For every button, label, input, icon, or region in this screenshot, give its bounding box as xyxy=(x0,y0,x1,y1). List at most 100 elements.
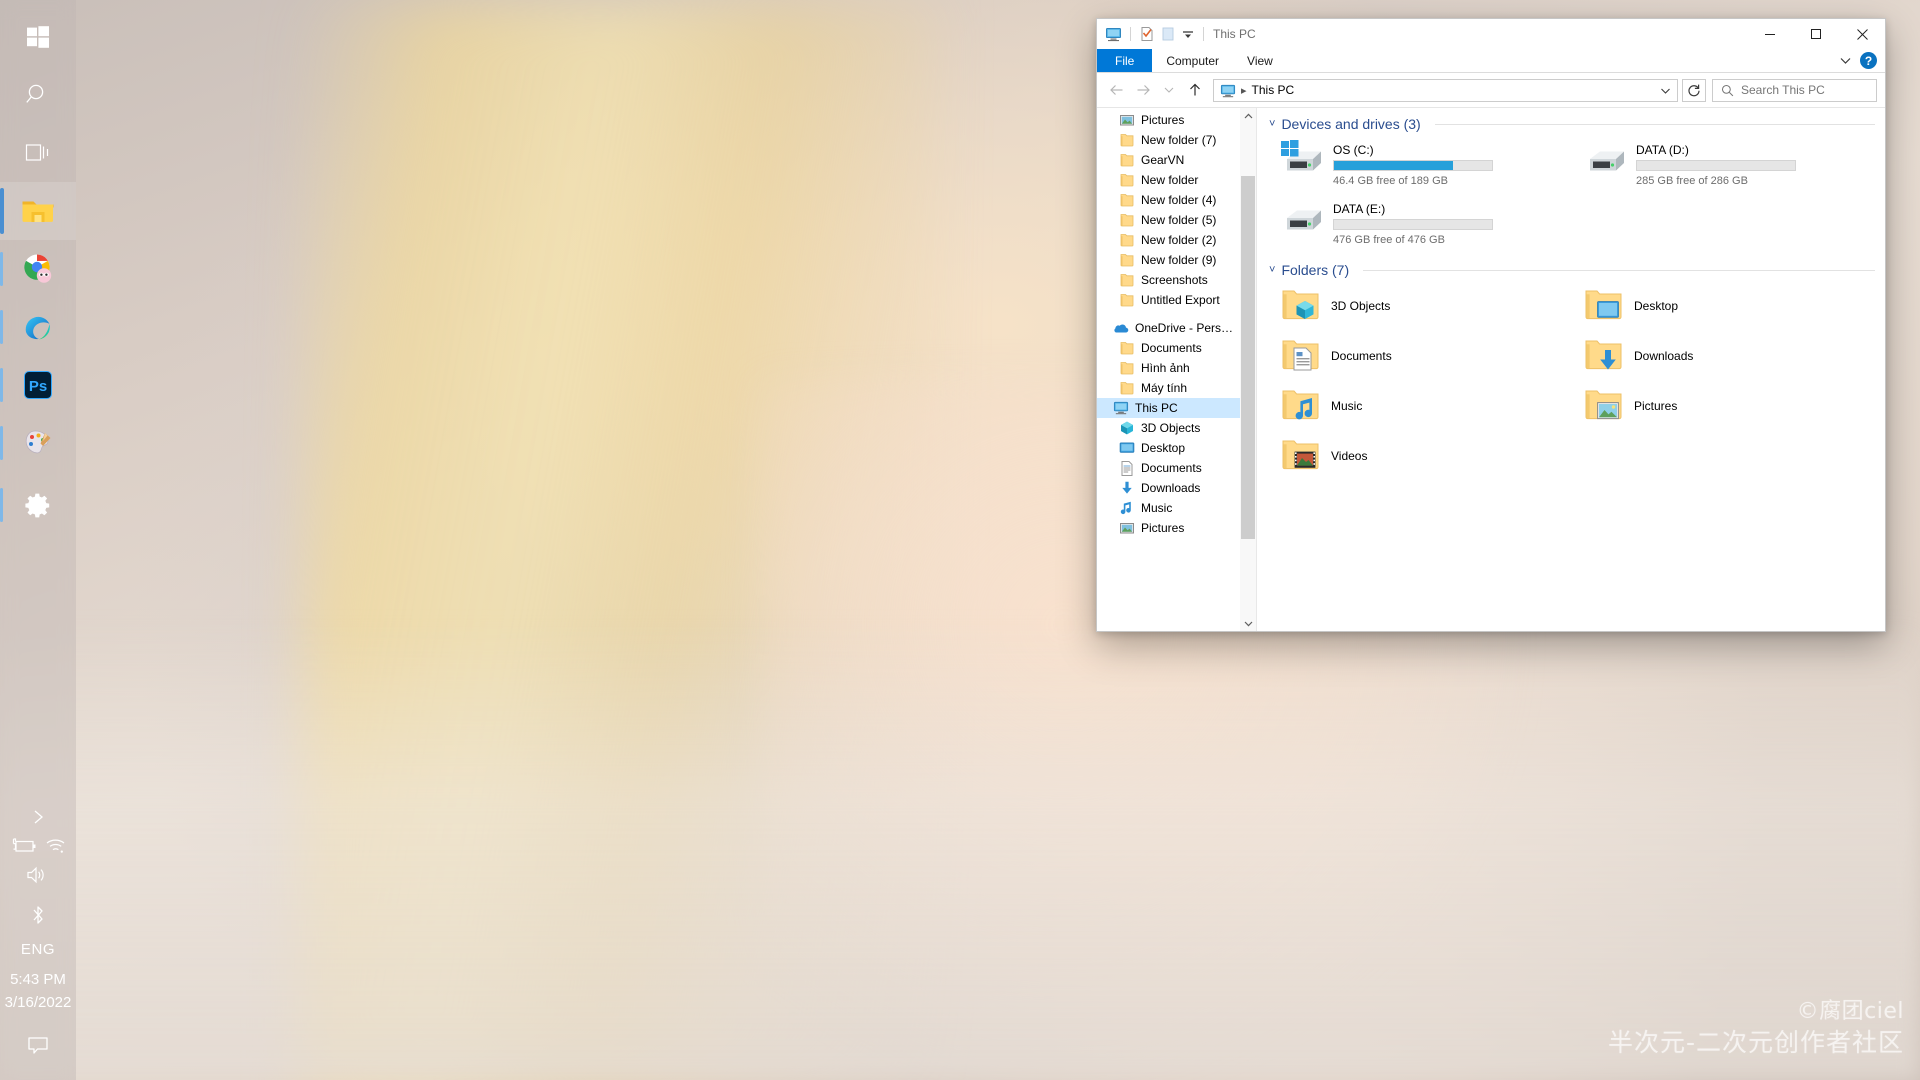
chrome-button[interactable] xyxy=(0,240,76,298)
tab-view[interactable]: View xyxy=(1233,49,1287,72)
nav-item-new-folder-4[interactable]: New folder (4) xyxy=(1097,190,1256,210)
nav-item-new-folder-5[interactable]: New folder (5) xyxy=(1097,210,1256,230)
nav-item-pictures[interactable]: Pictures xyxy=(1097,110,1256,130)
nav-item-music[interactable]: Music xyxy=(1097,498,1256,518)
file-explorer-button[interactable] xyxy=(0,182,76,240)
nav-item-downloads[interactable]: Downloads xyxy=(1097,478,1256,498)
navigation-scrollbar[interactable] xyxy=(1240,108,1256,631)
folder-tile[interactable]: 3D Objects xyxy=(1269,282,1572,332)
nav-item-m-y-t-nh[interactable]: Máy tính xyxy=(1097,378,1256,398)
nav-item-this-pc[interactable]: This PC xyxy=(1097,398,1256,418)
tab-file[interactable]: File xyxy=(1097,49,1153,72)
folders-group-header[interactable]: ˅ Folders (7) xyxy=(1269,262,1875,278)
quick-access-toolbar[interactable] xyxy=(1097,26,1207,43)
bluetooth-button[interactable] xyxy=(0,895,76,935)
up-button[interactable] xyxy=(1183,78,1207,102)
nav-item-new-folder-7[interactable]: New folder (7) xyxy=(1097,130,1256,150)
scroll-up-button[interactable] xyxy=(1240,108,1256,124)
nav-item-screenshots[interactable]: Screenshots xyxy=(1097,270,1256,290)
nav-item-documents[interactable]: Documents xyxy=(1097,338,1256,358)
back-button[interactable] xyxy=(1105,78,1129,102)
start-button[interactable] xyxy=(0,8,76,66)
battery-charging-icon[interactable] xyxy=(9,837,37,855)
nav-item-untitled-export[interactable]: Untitled Export xyxy=(1097,290,1256,310)
file-explorer-window[interactable]: This PC File Computer View ? ▸ This PC S… xyxy=(1096,18,1886,632)
photoshop-button[interactable]: Ps xyxy=(0,356,76,414)
drive-tile[interactable]: DATA (D:) 285 GB free of 286 GB xyxy=(1572,136,1875,195)
breadcrumb-separator[interactable]: ▸ xyxy=(1241,84,1247,97)
properties-icon[interactable] xyxy=(1139,26,1155,42)
expand-ribbon-icon[interactable] xyxy=(1839,54,1852,67)
folder-tile[interactable]: Desktop xyxy=(1572,282,1875,332)
volume-button[interactable] xyxy=(0,855,76,895)
this-pc-icon[interactable] xyxy=(1105,26,1122,43)
new-folder-icon[interactable] xyxy=(1160,26,1176,42)
scrollbar-thumb[interactable] xyxy=(1241,176,1255,539)
folder-tile[interactable]: Documents xyxy=(1269,332,1572,382)
nav-item-onedrive-personal[interactable]: OneDrive - Personal xyxy=(1097,318,1256,338)
nav-item-h-nh-nh[interactable]: Hình ảnh xyxy=(1097,358,1256,378)
minimize-button[interactable] xyxy=(1747,19,1793,49)
wifi-icon[interactable] xyxy=(45,837,67,855)
chevron-down-icon[interactable]: ˅ xyxy=(1269,264,1275,276)
window-controls[interactable] xyxy=(1747,19,1885,49)
drives-group-header[interactable]: ˅ Devices and drives (3) xyxy=(1269,116,1875,132)
maximize-button[interactable] xyxy=(1793,19,1839,49)
search-button[interactable] xyxy=(0,66,76,124)
drives-grid[interactable]: OS (C:) 46.4 GB free of 189 GB DATA (D:) 28… xyxy=(1269,136,1875,254)
nav-item-pictures[interactable]: Pictures xyxy=(1097,518,1256,538)
close-button[interactable] xyxy=(1839,19,1885,49)
nav-item-new-folder-2[interactable]: New folder (2) xyxy=(1097,230,1256,250)
this-pc-icon xyxy=(1220,82,1236,99)
nav-item-gearvn[interactable]: GearVN xyxy=(1097,150,1256,170)
address-bar[interactable]: ▸ This PC Search This PC xyxy=(1097,73,1885,107)
edge-button[interactable] xyxy=(0,298,76,356)
folder-icon xyxy=(1119,232,1135,248)
search-input[interactable]: Search This PC xyxy=(1712,78,1877,102)
tray-overflow-button[interactable] xyxy=(0,797,76,837)
folder-tile[interactable]: Pictures xyxy=(1572,382,1875,432)
content-pane[interactable]: ˅ Devices and drives (3) OS (C:) 46.4 GB … xyxy=(1257,108,1885,631)
folder-tile[interactable]: Videos xyxy=(1269,432,1572,482)
action-center-button[interactable] xyxy=(0,1026,76,1066)
tab-computer[interactable]: Computer xyxy=(1152,49,1233,72)
nav-item-label: Untitled Export xyxy=(1141,293,1220,307)
paint3d-button[interactable] xyxy=(0,414,76,472)
clock[interactable]: 5:43 PM 3/16/2022 xyxy=(0,968,76,1027)
chevron-down-icon[interactable] xyxy=(1657,85,1673,96)
scrollbar-track[interactable] xyxy=(1240,124,1256,615)
taskbar[interactable]: Ps ENG 5:43 PM 3/16/2022 xyxy=(0,0,76,1080)
drive-tile[interactable]: OS (C:) 46.4 GB free of 189 GB xyxy=(1269,136,1572,195)
forward-button[interactable] xyxy=(1131,78,1155,102)
tray-row-1[interactable] xyxy=(0,837,76,855)
nav-item-desktop[interactable]: Desktop xyxy=(1097,438,1256,458)
window-titlebar[interactable]: This PC xyxy=(1097,19,1885,49)
nav-item-3d-objects[interactable]: 3D Objects xyxy=(1097,418,1256,438)
breadcrumb-bar[interactable]: ▸ This PC xyxy=(1213,78,1678,102)
ribbon-right-controls[interactable]: ? xyxy=(1839,49,1885,72)
refresh-button[interactable] xyxy=(1682,78,1706,102)
chevron-down-icon[interactable]: ˅ xyxy=(1269,118,1275,130)
folder-tile[interactable]: Music xyxy=(1269,382,1572,432)
nav-item-new-folder-9[interactable]: New folder (9) xyxy=(1097,250,1256,270)
ribbon-tabs[interactable]: File Computer View ? xyxy=(1097,49,1885,73)
desktop[interactable]: ©腐团ciel 半次元-二次元创作者社区 Ps ENG 5:43 PM 3/16… xyxy=(0,0,1920,1080)
settings-button[interactable] xyxy=(0,476,76,534)
search-icon xyxy=(1721,84,1734,97)
search-icon xyxy=(25,82,51,108)
language-indicator[interactable]: ENG xyxy=(0,935,76,968)
task-view-button[interactable] xyxy=(0,124,76,182)
recent-locations-button[interactable] xyxy=(1157,78,1181,102)
folder-tile[interactable]: Downloads xyxy=(1572,332,1875,382)
breadcrumb[interactable]: ▸ This PC xyxy=(1220,82,1294,99)
navigation-pane[interactable]: Pictures New folder (7) GearVN New folder Ne… xyxy=(1097,108,1257,631)
folders-grid[interactable]: 3D Objects Desktop Documents Downloads Music… xyxy=(1269,282,1875,482)
navigation-list[interactable]: Pictures New folder (7) GearVN New folder Ne… xyxy=(1097,108,1256,538)
help-button[interactable]: ? xyxy=(1860,52,1877,69)
scroll-down-button[interactable] xyxy=(1240,615,1256,631)
nav-item-new-folder[interactable]: New folder xyxy=(1097,170,1256,190)
breadcrumb-item-this-pc[interactable]: This PC xyxy=(1252,83,1295,97)
customize-qat-icon[interactable] xyxy=(1181,27,1195,41)
drive-tile[interactable]: DATA (E:) 476 GB free of 476 GB xyxy=(1269,195,1572,254)
nav-item-documents[interactable]: Documents xyxy=(1097,458,1256,478)
